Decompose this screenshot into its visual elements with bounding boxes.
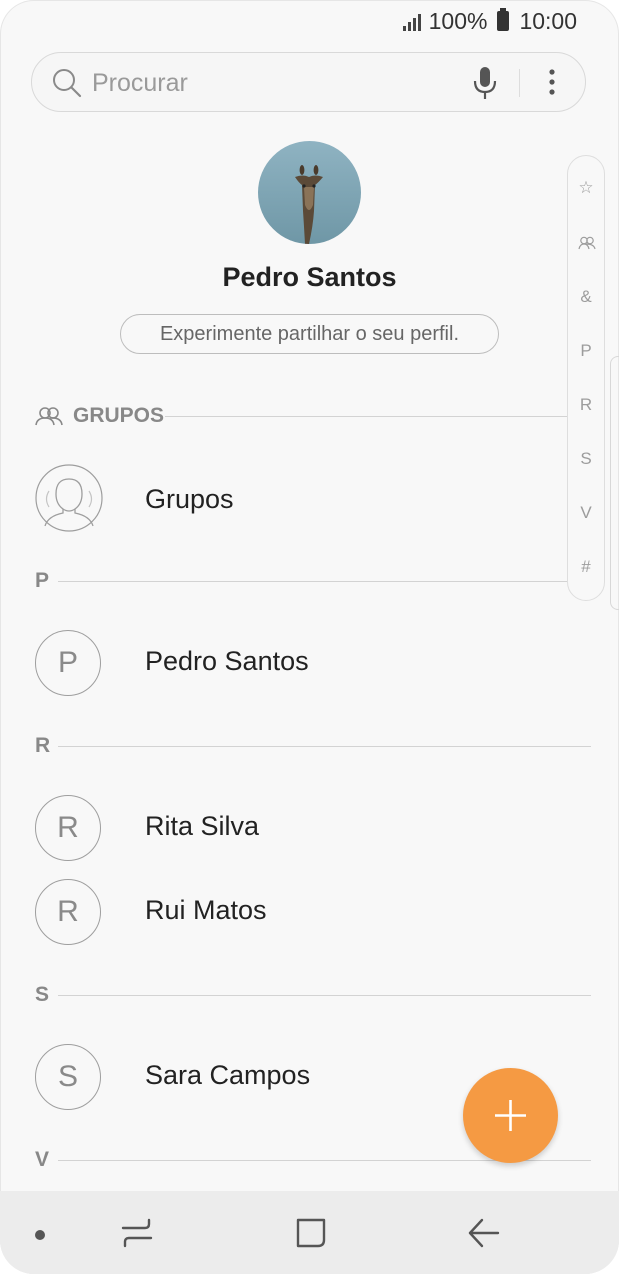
- microphone-icon[interactable]: [472, 65, 498, 101]
- divider: [165, 416, 591, 417]
- nav-dot-icon[interactable]: [35, 1230, 45, 1240]
- contact-avatar: R: [35, 795, 101, 861]
- section-label: V: [35, 1148, 50, 1171]
- divider: [58, 746, 591, 747]
- list-item-groups[interactable]: Grupos: [0, 464, 560, 538]
- index-item[interactable]: &: [568, 287, 604, 307]
- contacts-screen: 100% 10:00 Procurar Pedro Santos Experim…: [0, 0, 619, 1274]
- more-options-icon[interactable]: [544, 65, 560, 101]
- contact-row[interactable]: P Pedro Santos: [0, 630, 560, 704]
- contact-name: Rita Silva: [145, 811, 260, 841]
- contact-row[interactable]: R Rui Matos: [0, 879, 560, 953]
- add-contact-button[interactable]: [463, 1068, 558, 1163]
- contact-name: Rui Matos: [145, 895, 267, 925]
- status-bar: 100% 10:00: [402, 6, 577, 36]
- plus-icon: [495, 1100, 526, 1131]
- section-header-groups: GRUPOS: [35, 401, 591, 431]
- index-item-favorites[interactable]: ☆: [568, 178, 604, 198]
- share-profile-button[interactable]: Experimente partilhar o seu perfil.: [120, 314, 499, 354]
- search-icon: [53, 69, 82, 98]
- section-label: P: [35, 569, 50, 592]
- section-label: GRUPOS: [73, 404, 165, 427]
- divider: [58, 995, 591, 996]
- index-item[interactable]: R: [568, 395, 604, 415]
- battery-icon: [497, 8, 510, 31]
- search-input[interactable]: [90, 65, 454, 101]
- section-header-r: R: [35, 731, 591, 761]
- index-item[interactable]: #: [568, 557, 604, 577]
- section-header-p: P: [35, 566, 591, 596]
- recent-apps-icon[interactable]: [118, 1215, 158, 1251]
- navigation-bar: [0, 1191, 619, 1274]
- index-scroller[interactable]: ☆ & P R S V #: [567, 155, 605, 601]
- scrollbar[interactable]: [610, 356, 619, 610]
- search-bar[interactable]: [31, 52, 586, 112]
- profile-name[interactable]: Pedro Santos: [0, 262, 619, 293]
- contact-name: Pedro Santos: [145, 646, 309, 676]
- signal-icon: [402, 11, 421, 31]
- index-item[interactable]: P: [568, 341, 604, 361]
- contact-avatar: P: [35, 630, 101, 696]
- contact-avatar: R: [35, 879, 101, 945]
- groups-avatar-icon: [35, 464, 103, 532]
- index-item[interactable]: V: [568, 503, 604, 523]
- index-item[interactable]: S: [568, 449, 604, 469]
- section-label: S: [35, 983, 50, 1006]
- battery-percentage: 100%: [428, 7, 488, 34]
- contact-avatar: S: [35, 1044, 101, 1110]
- index-item-groups-icon[interactable]: [578, 236, 596, 250]
- contact-row[interactable]: R Rita Silva: [0, 795, 560, 869]
- home-icon[interactable]: [293, 1215, 329, 1251]
- back-icon[interactable]: [464, 1215, 504, 1251]
- contact-name: Sara Campos: [145, 1060, 311, 1090]
- groups-icon: [35, 407, 63, 426]
- profile-photo[interactable]: [258, 141, 361, 244]
- groups-label: Grupos: [145, 484, 234, 514]
- search-divider: [519, 69, 520, 97]
- clock: 10:00: [519, 7, 577, 34]
- divider: [58, 581, 591, 582]
- section-label: R: [35, 734, 51, 757]
- section-header-s: S: [35, 980, 591, 1010]
